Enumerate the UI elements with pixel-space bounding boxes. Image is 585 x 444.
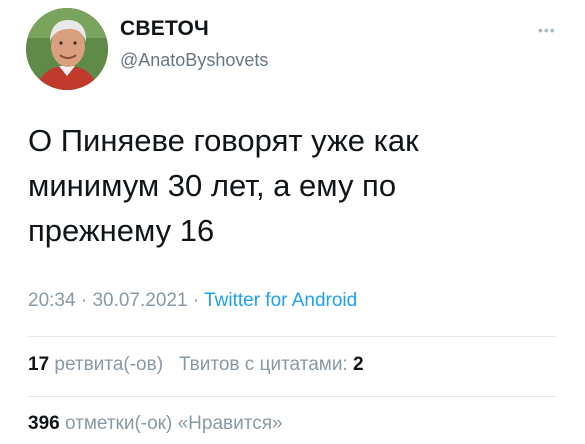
likes-count: 396 (28, 413, 60, 434)
author-handle[interactable]: @AnatoByshovets (120, 50, 268, 71)
divider (28, 396, 556, 397)
likes-stats[interactable]: 396 отметки(-ок) «Нравится» (28, 413, 283, 435)
retweets-stat[interactable]: 17 ретвита(-ов) (28, 354, 163, 375)
tweet-card: СВЕТОЧ @AnatoByshovets ••• О Пиняеве гов… (0, 0, 585, 444)
more-dots-icon[interactable]: ••• (538, 22, 556, 38)
author-name[interactable]: СВЕТОЧ (120, 17, 209, 41)
divider (28, 336, 556, 337)
tweet-date[interactable]: 30.07.2021 (92, 290, 187, 311)
retweet-stats: 17 ретвита(-ов) Твитов с цитатами: 2 (28, 354, 364, 376)
quotes-count: 2 (353, 354, 364, 375)
meta-separator: · (192, 290, 200, 311)
tweet-source-link[interactable]: Twitter for Android (204, 290, 357, 311)
tweet-time[interactable]: 20:34 (28, 290, 76, 311)
likes-label: отметки(-ок) «Нравится» (64, 413, 283, 434)
retweets-count: 17 (28, 354, 50, 375)
tweet-text: О Пиняеве говорят уже как минимум 30 лет… (28, 123, 419, 248)
tweet-meta: 20:34 · 30.07.2021 · Twitter for Android (28, 290, 357, 312)
quotes-label: Твитов с цитатами: (178, 354, 348, 375)
avatar-photo (26, 8, 108, 90)
meta-separator: · (80, 290, 88, 311)
avatar[interactable] (26, 8, 108, 90)
quotes-stat[interactable]: Твитов с цитатами: 2 (179, 354, 364, 375)
retweets-label: ретвита(-ов) (54, 354, 164, 375)
